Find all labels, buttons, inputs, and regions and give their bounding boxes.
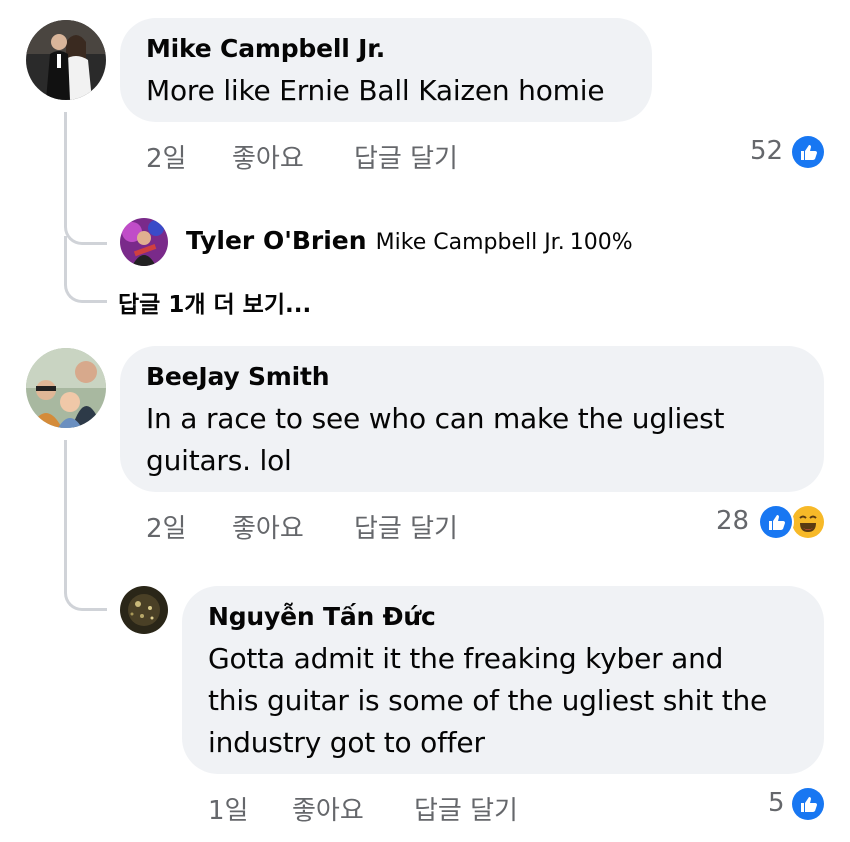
reply-text-line: this guitar is some of the ugliest shit …	[208, 684, 768, 717]
haha-icon	[792, 506, 824, 538]
comment-text-line: guitars. lol	[146, 444, 292, 477]
reaction-count[interactable]: 28	[716, 506, 749, 536]
comment-timestamp[interactable]: 2일	[146, 138, 186, 175]
reply-content: Tyler O'Brien Mike Campbell Jr. 100%	[186, 226, 633, 255]
comment-author[interactable]: Mike Campbell Jr.	[146, 34, 385, 63]
like-button[interactable]: 좋아요	[292, 790, 364, 827]
reply-text-line: Gotta admit it the freaking kyber and	[208, 642, 724, 675]
avatar-image	[26, 348, 106, 428]
reaction-count[interactable]: 52	[750, 136, 783, 166]
reply-mention[interactable]: Mike Campbell Jr.	[376, 230, 565, 255]
thread-line	[64, 440, 107, 611]
avatar-beejay-smith[interactable]	[26, 348, 106, 428]
like-icon	[760, 506, 792, 538]
view-more-replies[interactable]: 답글 1개 더 보기...	[118, 285, 311, 319]
avatar-mike-campbell[interactable]	[26, 20, 106, 100]
reply-button[interactable]: 답글 달기	[354, 508, 458, 545]
comment-text-line: In a race to see who can make the uglies…	[146, 402, 725, 435]
like-icon	[792, 788, 824, 820]
like-button[interactable]: 좋아요	[232, 138, 304, 175]
reply-text-line: industry got to offer	[208, 726, 485, 759]
avatar-tyler-obrien[interactable]	[120, 218, 168, 266]
like-button[interactable]: 좋아요	[232, 508, 304, 545]
thread-line	[64, 112, 107, 245]
comment-timestamp[interactable]: 2일	[146, 508, 186, 545]
reply-author[interactable]: Nguyễn Tấn Đức	[208, 602, 436, 631]
avatar-nguyen-tan-duc[interactable]	[120, 586, 168, 634]
reply-button[interactable]: 답글 달기	[414, 790, 518, 827]
avatar-image	[26, 20, 106, 100]
reaction-count[interactable]: 5	[768, 788, 785, 818]
reply-button[interactable]: 답글 달기	[354, 138, 458, 175]
like-icon	[792, 136, 824, 168]
comment-text: More like Ernie Ball Kaizen homie	[146, 74, 605, 107]
reply-timestamp[interactable]: 1일	[208, 790, 248, 827]
reply-text: 100%	[569, 230, 633, 255]
avatar-image	[120, 586, 168, 634]
avatar-image	[120, 218, 168, 266]
comment-author[interactable]: BeeJay Smith	[146, 362, 330, 391]
thread-line	[64, 236, 107, 303]
reply-author[interactable]: Tyler O'Brien	[186, 226, 367, 255]
